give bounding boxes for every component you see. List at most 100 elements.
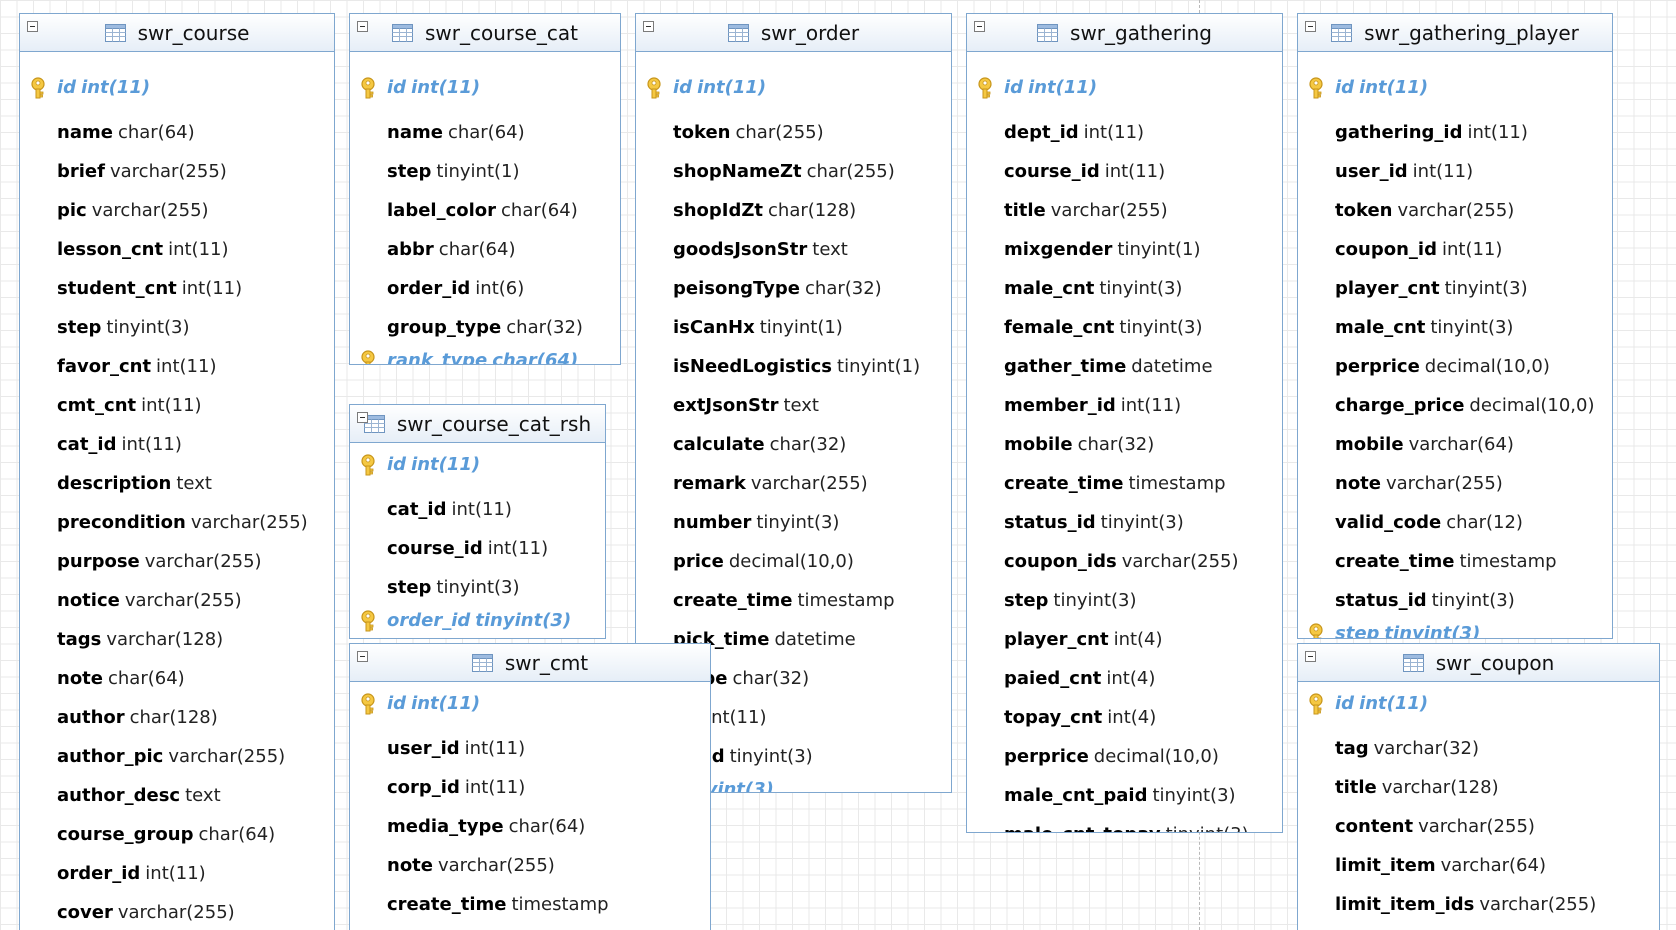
field-row[interactable]: male_cnt tinyint(3): [967, 273, 1282, 303]
field-row[interactable]: description text: [20, 468, 334, 498]
field-row[interactable]: member_id int(11): [967, 390, 1282, 420]
table-header[interactable]: swr_cmt: [350, 644, 710, 682]
field-row[interactable]: number tinyint(3): [636, 507, 951, 537]
field-row[interactable]: tags varchar(128): [20, 624, 334, 654]
field-row[interactable]: name char(64): [350, 117, 620, 147]
field-row[interactable]: topay_cnt int(4): [967, 702, 1282, 732]
field-row[interactable]: dept_id int(11): [967, 117, 1282, 147]
field-row[interactable]: perprice decimal(10,0): [1298, 351, 1612, 381]
field-row[interactable]: label_color char(64): [350, 195, 620, 225]
field-row[interactable]: token varchar(255): [1298, 195, 1612, 225]
table-swr-course-cat[interactable]: swr_course_cat id int(11) name char(64) step t…: [349, 13, 621, 365]
table-swr-gathering[interactable]: swr_gathering id int(11) dept_id int(11) cour…: [966, 13, 1283, 833]
field-row[interactable]: mobile char(32): [967, 429, 1282, 459]
field-row[interactable]: male_cnt tinyint(3): [1298, 312, 1612, 342]
table-swr-coupon[interactable]: swr_coupon id int(11) tag varchar(32) title va…: [1297, 643, 1660, 930]
field-row[interactable]: lesson_cnt int(11): [20, 234, 334, 264]
field-row[interactable]: gather_time datetime: [967, 351, 1282, 381]
field-row[interactable]: player_cnt tinyint(3): [1298, 273, 1612, 303]
field-row[interactable]: precondition varchar(255): [20, 507, 334, 537]
field-row[interactable]: note varchar(255): [350, 850, 710, 880]
key-field-row[interactable]: id int(11): [350, 72, 620, 102]
field-row[interactable]: order_id int(11): [20, 858, 334, 888]
field-row[interactable]: limit_item_ids varchar(255): [1298, 889, 1659, 919]
table-header[interactable]: swr_order: [636, 14, 951, 52]
table-header[interactable]: swr_course: [20, 14, 334, 52]
field-row[interactable]: status_id tinyint(3): [1298, 585, 1612, 615]
collapse-icon[interactable]: [974, 21, 985, 32]
field-row[interactable]: remark varchar(255): [636, 468, 951, 498]
field-row[interactable]: cmt_cnt int(11): [20, 390, 334, 420]
field-row[interactable]: token char(255): [636, 117, 951, 147]
table-header[interactable]: swr_gathering: [967, 14, 1282, 52]
field-row[interactable]: favor_cnt int(11): [20, 351, 334, 381]
field-row[interactable]: cat_id int(11): [20, 429, 334, 459]
field-row[interactable]: name char(64): [20, 117, 334, 147]
field-row[interactable]: notice varchar(255): [20, 585, 334, 615]
field-row[interactable]: perprice decimal(10,0): [967, 741, 1282, 771]
field-row[interactable]: content varchar(255): [1298, 811, 1659, 841]
field-row[interactable]: title varchar(128): [1298, 772, 1659, 802]
key-field-row[interactable]: step tinyint(3): [1298, 618, 1612, 638]
key-field-row[interactable]: id int(11): [20, 72, 334, 102]
field-row[interactable]: isNeedLogistics tinyint(1): [636, 351, 951, 381]
field-row[interactable]: course_id int(11): [350, 533, 605, 563]
field-row[interactable]: mixgender tinyint(1): [967, 234, 1282, 264]
field-row[interactable]: step tinyint(3): [350, 572, 605, 602]
key-field-row[interactable]: id int(11): [967, 72, 1282, 102]
field-row[interactable]: limit_item varchar(64): [1298, 850, 1659, 880]
field-row[interactable]: cover varchar(255): [20, 897, 334, 927]
field-row[interactable]: note char(64): [20, 663, 334, 693]
field-row[interactable]: coupon_ids varchar(255): [967, 546, 1282, 576]
field-row[interactable]: purpose varchar(255): [20, 546, 334, 576]
collapse-icon[interactable]: [1305, 21, 1316, 32]
field-row[interactable]: tag varchar(32): [1298, 733, 1659, 763]
table-swr-course-cat-rsh[interactable]: swr_course_cat_rsh id int(11) cat_id int(11)…: [349, 404, 606, 639]
field-row[interactable]: gathering_id int(11): [1298, 117, 1612, 147]
collapse-icon[interactable]: [1305, 651, 1316, 662]
field-row[interactable]: student_cnt int(11): [20, 273, 334, 303]
collapse-icon[interactable]: [27, 21, 38, 32]
field-row[interactable]: cat_id int(11): [350, 494, 605, 524]
field-row[interactable]: note varchar(255): [1298, 468, 1612, 498]
field-row[interactable]: male_cnt_topay tinyint(3): [967, 819, 1282, 833]
table-swr-course[interactable]: swr_course id int(11) name char(64) brief varc…: [19, 13, 335, 930]
field-row[interactable]: step tinyint(1): [350, 156, 620, 186]
field-row[interactable]: brief varchar(255): [20, 156, 334, 186]
field-row[interactable]: shopIdZt char(128): [636, 195, 951, 225]
field-row[interactable]: create_time timestamp: [967, 468, 1282, 498]
field-row[interactable]: coupon_id int(11): [1298, 234, 1612, 264]
field-row[interactable]: step tinyint(3): [20, 312, 334, 342]
key-field-row[interactable]: order_id tinyint(3): [350, 605, 605, 635]
table-header[interactable]: swr_course_cat_rsh: [350, 405, 605, 443]
field-row[interactable]: pic varchar(255): [20, 195, 334, 225]
table-header[interactable]: swr_course_cat: [350, 14, 620, 52]
field-row[interactable]: title varchar(255): [967, 195, 1282, 225]
field-row[interactable]: calculate char(32): [636, 429, 951, 459]
field-row[interactable]: player_cnt int(4): [967, 624, 1282, 654]
field-row[interactable]: user_id int(11): [1298, 156, 1612, 186]
field-row[interactable]: create_time timestamp: [350, 889, 710, 919]
table-header[interactable]: swr_gathering_player: [1298, 14, 1612, 52]
field-row[interactable]: author char(128): [20, 702, 334, 732]
key-field-row[interactable]: id int(11): [1298, 688, 1659, 718]
field-row[interactable]: extJsonStr text: [636, 390, 951, 420]
field-row[interactable]: charge_price decimal(10,0): [1298, 390, 1612, 420]
field-row[interactable]: shopNameZt char(255): [636, 156, 951, 186]
field-row[interactable]: create_time timestamp: [1298, 546, 1612, 576]
field-row[interactable]: step tinyint(3): [967, 585, 1282, 615]
field-row[interactable]: male_cnt_paid tinyint(3): [967, 780, 1282, 810]
field-row[interactable]: author_desc text: [20, 780, 334, 810]
collapse-icon[interactable]: [357, 412, 368, 423]
field-row[interactable]: peisongType char(32): [636, 273, 951, 303]
key-field-row[interactable]: id int(11): [636, 72, 951, 102]
field-row[interactable]: goodsJsonStr text: [636, 234, 951, 264]
field-row[interactable]: user_id int(11): [350, 733, 710, 763]
field-row[interactable]: female_cnt tinyint(3): [967, 312, 1282, 342]
key-field-row[interactable]: id int(11): [350, 688, 710, 718]
field-row[interactable]: mobile varchar(64): [1298, 429, 1612, 459]
field-row[interactable]: price decimal(10,0): [636, 546, 951, 576]
field-row[interactable]: valid_code char(12): [1298, 507, 1612, 537]
field-row[interactable]: order_id int(6): [350, 273, 620, 303]
field-row[interactable]: media_type char(64): [350, 811, 710, 841]
